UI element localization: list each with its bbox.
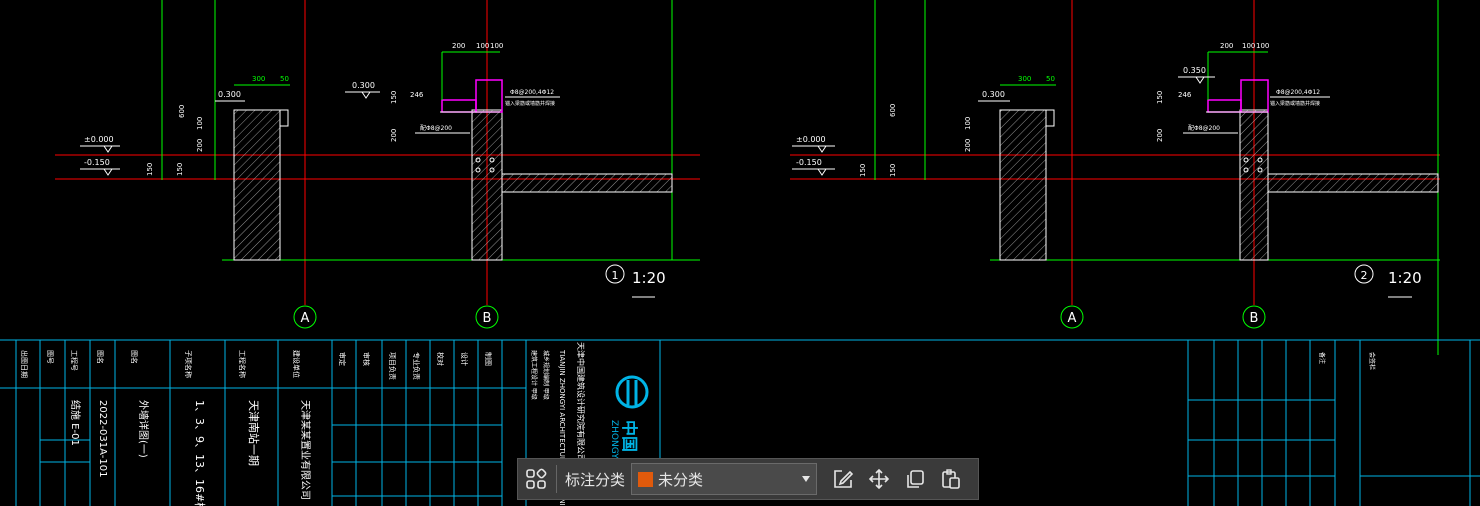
svg-text:200: 200 — [1156, 129, 1164, 142]
svg-text:150: 150 — [859, 164, 867, 177]
slab-section — [501, 173, 673, 193]
svg-text:150: 150 — [146, 163, 154, 176]
detail-scale-1: 1:20 — [632, 269, 666, 287]
svg-text:200: 200 — [452, 42, 465, 50]
svg-text:50: 50 — [1046, 75, 1055, 83]
svg-text:A: A — [1068, 311, 1077, 326]
move-icon[interactable] — [861, 461, 897, 497]
category-value: 未分类 — [658, 470, 704, 489]
svg-text:城乡规划编制 甲级: 城乡规划编制 甲级 — [542, 350, 550, 400]
svg-text:校对: 校对 — [436, 352, 445, 366]
svg-text:600: 600 — [889, 104, 897, 117]
svg-text:建筑工程设计 甲级: 建筑工程设计 甲级 — [530, 350, 538, 400]
detail-view-1: 300 50 0.300 600 100 200 150 150 ±0.000 … — [55, 0, 700, 329]
svg-text:100: 100 — [490, 42, 503, 50]
svg-text:出图日期: 出图日期 — [20, 350, 29, 378]
svg-text:100: 100 — [964, 117, 972, 130]
svg-text:200: 200 — [1220, 42, 1233, 50]
svg-text:配Φ8@200: 配Φ8@200 — [420, 125, 452, 132]
svg-text:1: 1 — [612, 269, 619, 282]
svg-text:1、3、9、13、16#楼: 1、3、9、13、16#楼 — [193, 400, 207, 506]
svg-text:200: 200 — [196, 139, 204, 152]
svg-text:专业负责: 专业负责 — [412, 352, 421, 380]
svg-text:246: 246 — [1178, 91, 1192, 99]
svg-text:200: 200 — [964, 139, 972, 152]
svg-text:200: 200 — [390, 129, 398, 142]
svg-text:B: B — [1250, 311, 1259, 326]
svg-text:100: 100 — [476, 42, 489, 50]
svg-text:100: 100 — [196, 117, 204, 130]
svg-text:Φ8@200,4Φ12: Φ8@200,4Φ12 — [1276, 89, 1320, 96]
svg-text:150: 150 — [390, 91, 398, 104]
svg-text:配Φ8@200: 配Φ8@200 — [1188, 125, 1220, 132]
elevation-upstand: 0.300 — [352, 81, 375, 90]
copy-icon[interactable] — [897, 461, 933, 497]
elevation-wall-top: 0.300 — [218, 90, 241, 99]
detail-scale-2: 1:20 — [1388, 269, 1422, 287]
svg-text:天津某某置业有限公司: 天津某某置业有限公司 — [299, 400, 312, 500]
company-logo: ZHONGYI 中国 — [609, 375, 649, 461]
category-label: 标注分类 — [565, 470, 626, 489]
parapet-rebar — [475, 79, 503, 113]
svg-text:246: 246 — [410, 91, 424, 99]
svg-text:工程号: 工程号 — [70, 350, 79, 371]
rebar-annotation: Φ8@200,4Φ12 — [510, 89, 554, 96]
svg-text:锚入梁筋或墙筋并焊接: 锚入梁筋或墙筋并焊接 — [505, 100, 555, 107]
grid-icon[interactable] — [518, 461, 554, 497]
svg-text:100: 100 — [1256, 42, 1269, 50]
svg-text:子项名称: 子项名称 — [184, 350, 193, 378]
svg-text:150: 150 — [176, 163, 184, 176]
svg-text:外墙详图(一): 外墙详图(一) — [137, 400, 150, 458]
svg-text:2: 2 — [1361, 269, 1368, 282]
svg-text:项目负责: 项目负责 — [388, 352, 397, 380]
svg-text:150: 150 — [1156, 91, 1164, 104]
paste-icon[interactable] — [933, 461, 969, 497]
svg-text:审核: 审核 — [362, 352, 371, 366]
svg-text:±0.000: ±0.000 — [796, 135, 826, 144]
svg-text:天津南站一期: 天津南站一期 — [247, 400, 261, 466]
wall-section-right — [471, 109, 503, 261]
svg-text:0.350: 0.350 — [1183, 66, 1206, 75]
svg-text:备注: 备注 — [1318, 352, 1326, 364]
svg-text:600: 600 — [178, 105, 186, 118]
svg-text:150: 150 — [889, 164, 897, 177]
svg-text:建设单位: 建设单位 — [292, 350, 301, 378]
svg-text:B: B — [483, 311, 492, 326]
detail-view-2: 300 50 0.300 600 100 200 150 150 ±0.000 … — [790, 0, 1440, 355]
annotation-toolbar: 标注分类 未分类 — [517, 458, 979, 500]
svg-text:锚入梁筋或墙筋并焊接: 锚入梁筋或墙筋并焊接 — [1270, 100, 1320, 107]
svg-text:图号: 图号 — [46, 350, 54, 364]
svg-text:会签栏: 会签栏 — [1368, 352, 1376, 370]
color-swatch — [638, 471, 654, 487]
svg-text:300: 300 — [1018, 75, 1031, 83]
svg-text:中国: 中国 — [620, 420, 639, 452]
svg-text:2022-031A-101: 2022-031A-101 — [97, 400, 108, 477]
svg-text:审定: 审定 — [338, 352, 347, 366]
svg-text:50: 50 — [280, 75, 289, 83]
svg-text:设计: 设计 — [460, 352, 469, 366]
svg-text:300: 300 — [252, 75, 265, 83]
svg-text:100: 100 — [1242, 42, 1255, 50]
svg-text:工程名称: 工程名称 — [238, 350, 247, 378]
toolbar-divider — [556, 465, 557, 493]
chevron-down-icon — [802, 476, 811, 482]
svg-text:图名: 图名 — [96, 350, 105, 364]
svg-text:A: A — [301, 311, 310, 326]
svg-text:ZHONGYI: ZHONGYI — [609, 420, 619, 461]
svg-text:图名: 图名 — [130, 350, 139, 364]
cad-canvas[interactable]: 300 50 0.300 600 100 200 150 150 ±0.000 … — [0, 0, 1480, 506]
wall-section-left — [233, 109, 281, 261]
svg-text:结施 E-01: 结施 E-01 — [69, 400, 82, 446]
svg-text:0.300: 0.300 — [982, 90, 1005, 99]
edit-icon[interactable] — [825, 461, 861, 497]
svg-text:天津中国建筑设计研究院有限公司: 天津中国建筑设计研究院有限公司 — [576, 342, 586, 462]
svg-text:制图: 制图 — [484, 352, 493, 366]
elevation-minus: -0.150 — [84, 158, 110, 167]
elevation-zero: ±0.000 — [84, 135, 114, 144]
svg-text:-0.150: -0.150 — [796, 158, 822, 167]
category-select[interactable]: 未分类 — [631, 463, 818, 495]
